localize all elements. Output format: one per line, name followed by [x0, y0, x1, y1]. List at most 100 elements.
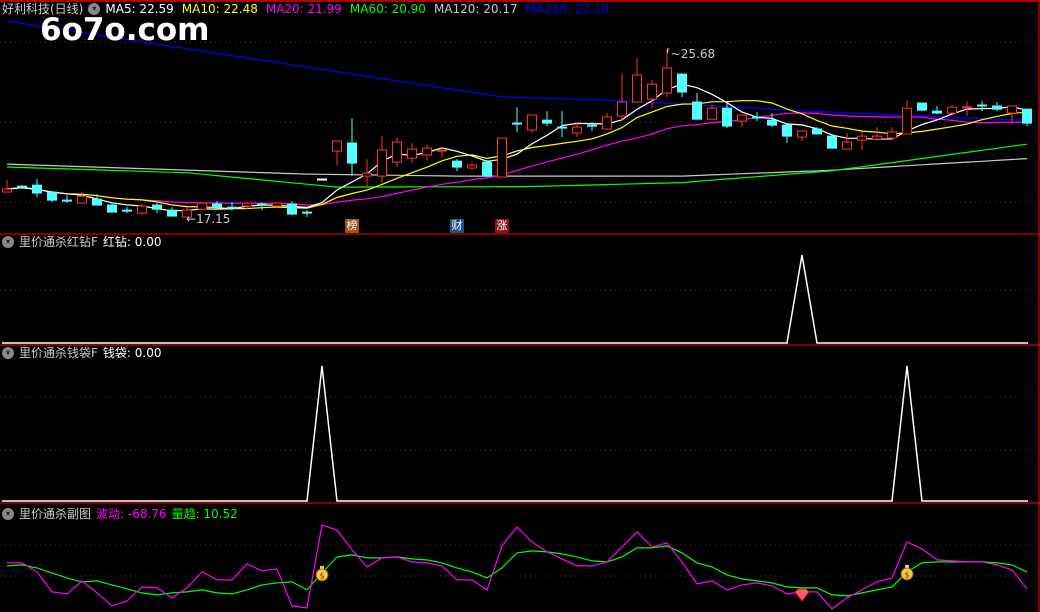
main-header: 好利科技(日线) ▾ MA5: 22.59 MA10: 22.48 MA20: 21…: [2, 1, 609, 17]
high-annotation: ⸢~25.68: [666, 47, 715, 61]
candle-body: [107, 204, 117, 213]
hongzuan-header: ▾ 里价通杀红钻F 红钻: 0.00: [2, 234, 161, 250]
candle-body: [617, 101, 627, 117]
stock-title: 好利科技(日线): [2, 2, 84, 16]
candle-body: [992, 105, 1002, 110]
candle-body: [602, 116, 612, 130]
dropdown-circle-icon[interactable]: ▾: [2, 236, 14, 248]
money-bag-icon-symbol: $: [319, 571, 324, 580]
dropdown-circle-icon[interactable]: ▾: [2, 508, 14, 520]
high-price: 25.68: [680, 47, 716, 61]
candle-body: [632, 74, 642, 103]
money-bag-icon-neck: [905, 564, 909, 568]
qiandai-header: ▾ 里价通杀钱袋F 钱袋: 0.00: [2, 345, 161, 361]
candle-body: [1007, 105, 1017, 114]
arrow-left-icon: ←: [186, 212, 197, 226]
event-tag[interactable]: 涨: [495, 219, 509, 233]
candle-body: [902, 107, 912, 135]
candle-body: [407, 148, 417, 159]
wave-line: [7, 524, 1028, 610]
candle-body: [467, 164, 477, 169]
candle-body: [767, 119, 777, 126]
candle-body: [1022, 108, 1032, 124]
candle-body: [782, 124, 792, 137]
candle-body: [482, 161, 492, 177]
candle-body: [572, 126, 582, 134]
candle-body: [17, 185, 27, 188]
candle-body: [47, 191, 57, 201]
candle-body: [77, 195, 87, 204]
ma-label-ma20: MA20: 21.99: [265, 2, 342, 16]
candle-body: [752, 116, 762, 119]
fututu-title: 里价通杀副图: [19, 507, 92, 521]
qiandai-title: 里价通杀钱袋F: [19, 346, 98, 360]
candle-body: [647, 83, 657, 100]
candle-body: [92, 198, 102, 206]
money-bag-icon-neck: [320, 565, 324, 569]
candle-body: [302, 211, 312, 214]
candle-body: [2, 188, 12, 193]
candle-body: [722, 107, 732, 127]
candle-body: [152, 204, 162, 210]
candle-body: [917, 102, 927, 111]
candle-body: [812, 128, 822, 135]
candle-body: [887, 131, 897, 139]
candle-body: [872, 135, 882, 140]
ma5-line: [6, 83, 1028, 212]
ma-legend: MA5: 22.59 MA10: 22.48 MA20: 21.99 MA60: 20…: [105, 1, 609, 17]
candle-body: [122, 209, 132, 212]
hongzuan-value: 红钻: 0.00: [102, 235, 162, 249]
ma-label-ma5: MA5: 22.59: [105, 2, 174, 16]
candle-body: [977, 104, 987, 107]
candle-body: [587, 124, 597, 127]
candle-body: [317, 178, 327, 181]
qiandai-signal-line: [2, 365, 1028, 502]
flag-arrow-icon: ⸢~: [666, 47, 681, 61]
qiandai-value: 钱袋: 0.00: [102, 346, 162, 360]
candle-body: [137, 205, 147, 214]
candle-body: [857, 135, 867, 141]
candle-body: [677, 73, 687, 93]
candle-body: [737, 114, 747, 122]
ma-label-ma10: MA10: 22.48: [181, 2, 258, 16]
trend-value: 量趋: 10.52: [171, 507, 238, 521]
candle-body: [167, 209, 177, 217]
candle-body: [347, 142, 357, 164]
candle-body: [452, 160, 462, 168]
low-price: 17.15: [196, 212, 231, 226]
candle-body: [362, 172, 372, 177]
candle-body: [227, 206, 237, 209]
dropdown-circle-icon[interactable]: ▾: [2, 347, 14, 359]
candle-body: [437, 149, 447, 152]
candle-body: [947, 106, 957, 114]
red-diamond-icon: [794, 588, 810, 602]
candle-body: [197, 202, 207, 210]
ma-label-ma250: MA250: 22.10: [525, 2, 610, 16]
candle-body: [422, 147, 432, 156]
candle-body: [962, 106, 972, 109]
event-tag[interactable]: 榜: [345, 219, 359, 233]
candle-body: [212, 203, 222, 208]
candle-body: [707, 107, 717, 120]
candle-body: [257, 203, 267, 206]
candle-body: [32, 184, 42, 194]
candle-body: [287, 203, 297, 215]
wave-value: 波动: -68.76: [96, 507, 167, 521]
candle-body: [932, 110, 942, 114]
candle-body: [542, 119, 552, 124]
candle-body: [692, 101, 702, 120]
money-bag-icon-symbol: $: [904, 570, 909, 579]
candle-body: [842, 141, 852, 150]
event-tag[interactable]: 财: [450, 219, 464, 233]
candle-body: [377, 149, 387, 177]
candle-body: [827, 135, 837, 149]
candle-body: [797, 130, 807, 138]
ma-label-ma60: MA60: 20.90: [349, 2, 426, 16]
ma-label-ma120: MA120: 20.17: [433, 2, 518, 16]
trend-line: [6, 545, 1028, 597]
dropdown-circle-icon[interactable]: ▾: [88, 3, 101, 15]
hongzuan-title: 里价通杀红钻F: [19, 235, 98, 249]
candle-body: [272, 202, 282, 207]
candle-body: [557, 126, 567, 129]
ma120-line: [6, 158, 1028, 177]
